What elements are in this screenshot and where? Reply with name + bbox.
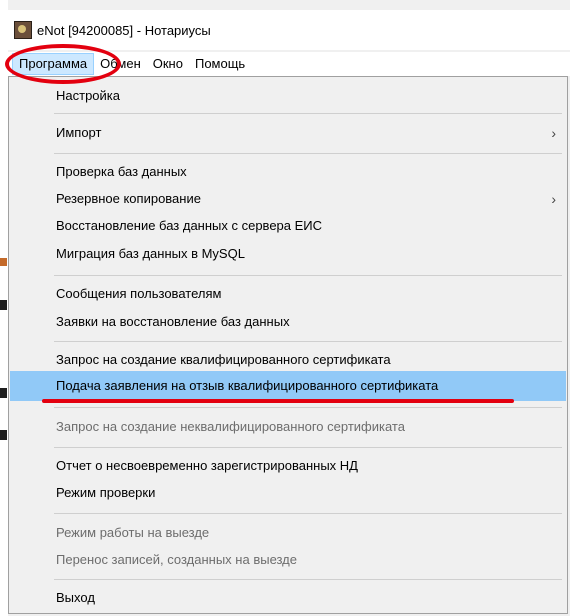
background-window-edge	[0, 0, 8, 616]
menu-separator	[54, 513, 562, 514]
submenu-arrow-icon: ›	[551, 125, 556, 141]
menu-okno[interactable]: Окно	[147, 54, 189, 74]
menu-separator	[54, 407, 562, 408]
menu-item-restore-from-eis[interactable]: Восстановление баз данных с сервера ЕИС	[10, 211, 566, 241]
menu-item-label: Импорт	[56, 125, 102, 140]
menu-item-label: Запрос на создание неквалифицированного …	[56, 419, 405, 434]
menu-item-restore-requests[interactable]: Заявки на восстановление баз данных	[10, 307, 566, 337]
menu-item-label: Настройка	[56, 88, 120, 103]
menu-item-label: Выход	[56, 590, 95, 605]
menu-item-label: Миграция баз данных в MySQL	[56, 246, 245, 261]
menu-separator	[54, 113, 562, 114]
menu-item-user-messages[interactable]: Сообщения пользователям	[10, 279, 566, 309]
menu-item-unqualified-cert-request: Запрос на создание неквалифицированного …	[10, 412, 566, 442]
menu-separator	[54, 447, 562, 448]
background-fragment	[0, 258, 7, 266]
menu-obmen[interactable]: Обмен	[94, 54, 147, 74]
menu-item-label: Подача заявления на отзыв квалифицирован…	[56, 378, 439, 393]
menu-item-label: Восстановление баз данных с сервера ЕИС	[56, 218, 323, 233]
background-fragment	[0, 300, 7, 310]
app-window: eNot [94200085] - Нотариусы Программа Об…	[0, 0, 570, 616]
background-fragment	[0, 430, 7, 440]
menu-item-transfer-field-records: Перенос записей, созданных на выезде	[10, 545, 566, 575]
menu-item-settings[interactable]: Настройка	[10, 81, 566, 111]
menu-item-field-mode: Режим работы на выезде	[10, 518, 566, 548]
menu-item-label: Режим работы на выезде	[56, 525, 210, 540]
window-title: eNot [94200085] - Нотариусы	[37, 22, 211, 38]
programma-dropdown-menu: Настройка Импорт › Проверка баз данных Ре…	[8, 76, 568, 614]
submenu-arrow-icon: ›	[551, 191, 556, 207]
menu-separator	[54, 275, 562, 276]
menu-separator	[54, 153, 562, 154]
menu-item-revoke-qualified-cert[interactable]: Подача заявления на отзыв квалифицирован…	[10, 371, 566, 401]
menu-item-label: Отчет о несвоевременно зарегистрированны…	[56, 458, 358, 473]
menu-programma[interactable]: Программа	[12, 53, 95, 75]
menu-item-label: Перенос записей, созданных на выезде	[56, 552, 298, 567]
menu-item-late-registered-report[interactable]: Отчет о несвоевременно зарегистрированны…	[10, 451, 566, 481]
menu-item-label: Сообщения пользователям	[56, 286, 222, 301]
menu-bar: Программа Обмен Окно Помощь	[8, 52, 570, 76]
menu-item-check-mode[interactable]: Режим проверки	[10, 478, 566, 508]
menu-item-label: Резервное копирование	[56, 191, 201, 206]
menu-item-label: Запрос на создание квалифицированного се…	[56, 352, 391, 367]
menu-item-label: Проверка баз данных	[56, 164, 187, 179]
menu-item-backup[interactable]: Резервное копирование ›	[10, 184, 566, 214]
menu-item-label: Заявки на восстановление баз данных	[56, 314, 290, 329]
menu-item-migrate-mysql[interactable]: Миграция баз данных в MySQL	[10, 239, 566, 269]
title-bar: eNot [94200085] - Нотариусы	[8, 10, 570, 50]
menu-pomosch[interactable]: Помощь	[189, 54, 251, 74]
menu-separator	[54, 341, 562, 342]
menu-item-check-databases[interactable]: Проверка баз данных	[10, 157, 566, 187]
menu-item-label: Режим проверки	[56, 485, 156, 500]
background-fragment	[0, 388, 7, 398]
menu-item-exit[interactable]: Выход	[10, 583, 566, 613]
app-logo-icon	[14, 21, 32, 39]
menu-separator	[54, 579, 562, 580]
menu-item-import[interactable]: Импорт ›	[10, 118, 566, 148]
